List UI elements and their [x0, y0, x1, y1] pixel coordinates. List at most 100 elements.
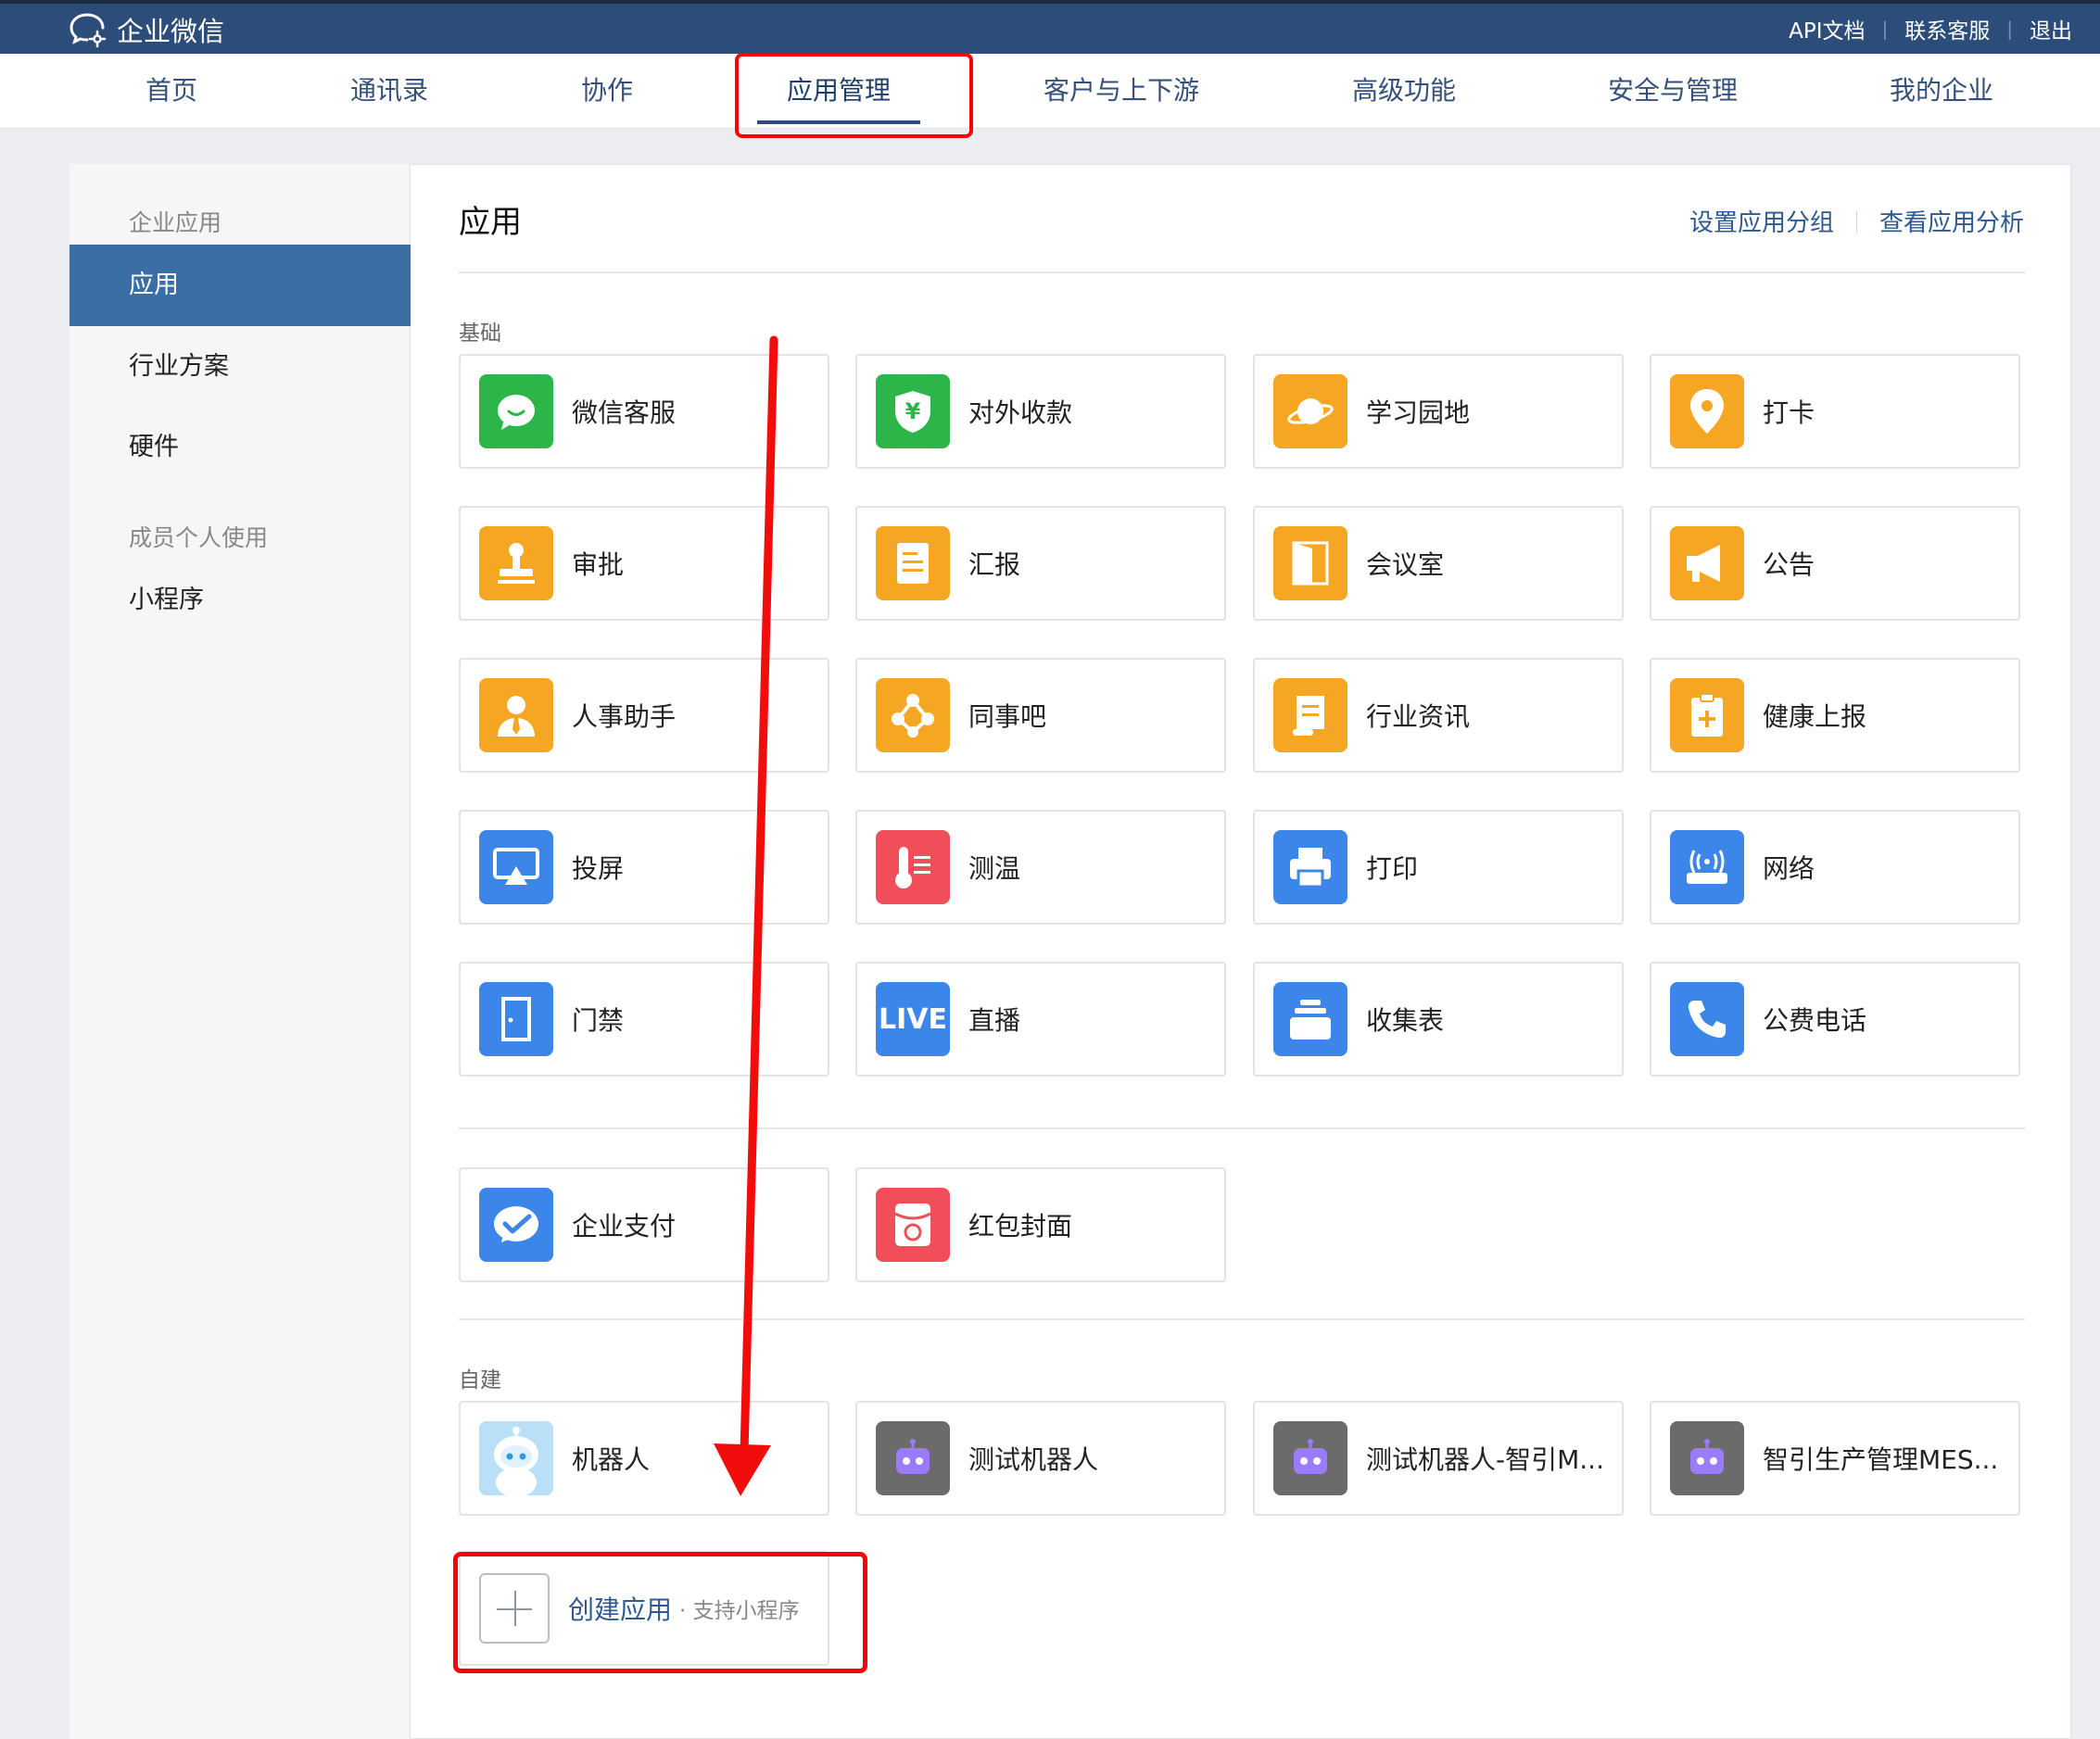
nav-contacts[interactable]: 通讯录 [343, 54, 436, 128]
page-title: 应用 [459, 204, 522, 241]
app-card[interactable]: 测温 [855, 810, 1226, 925]
app-card[interactable]: 会议室 [1253, 506, 1624, 621]
app-card[interactable]: 门禁 [459, 962, 829, 1077]
top-bar: 企业微信 API文档 | 联系客服 | 退出 [0, 0, 2100, 54]
app-name: 行业资讯 [1366, 701, 1471, 732]
app-card[interactable]: LIVE 直播 [855, 962, 1226, 1077]
brand-name: 企业微信 [117, 16, 225, 47]
nav-home[interactable]: 首页 [130, 54, 213, 128]
app-card[interactable]: 打卡 [1650, 354, 2020, 469]
app-name: 审批 [572, 549, 625, 580]
app-name: 企业支付 [572, 1211, 677, 1241]
printer-icon [1273, 830, 1347, 904]
door-open-icon [1273, 526, 1347, 600]
set-app-groups-link[interactable]: 设置应用分组 [1689, 204, 1834, 238]
app-name: 公费电话 [1763, 1005, 1867, 1036]
annotation-box [735, 53, 973, 138]
app-card[interactable]: 测试机器人 [855, 1401, 1226, 1516]
person-tie-icon [479, 678, 553, 752]
app-card[interactable]: 微信客服 [459, 354, 829, 469]
wechat-pay-icon [479, 1188, 553, 1262]
wecom-logo-icon [70, 13, 107, 48]
nav-security[interactable]: 安全与管理 [1603, 54, 1742, 128]
app-name: 红包封面 [968, 1211, 1073, 1241]
top-links: API文档 | 联系客服 | 退出 [1789, 13, 2072, 44]
app-card[interactable]: 学习园地 [1253, 354, 1624, 469]
app-card[interactable]: 测试机器人-智引M... [1253, 1401, 1624, 1516]
sidebar-item-apps[interactable]: 应用 [70, 245, 411, 326]
screen-cast-icon [479, 830, 553, 904]
sidebar: 企业应用 应用 行业方案 硬件 成员个人使用 小程序 [70, 164, 411, 1739]
app-card[interactable]: 审批 [459, 506, 829, 621]
app-name: 汇报 [968, 549, 1021, 580]
router-icon [1670, 830, 1744, 904]
live-icon: LIVE [876, 982, 950, 1056]
separator [1855, 209, 1857, 233]
brand-logo[interactable]: 企业微信 [69, 9, 224, 50]
app-name: 对外收款 [968, 397, 1073, 428]
app-name: 智引生产管理MES... [1763, 1444, 1999, 1475]
divider [459, 1318, 2025, 1320]
app-card[interactable]: 公告 [1650, 506, 2020, 621]
door-icon [479, 982, 553, 1056]
robot-icon [1670, 1421, 1744, 1495]
app-name: 会议室 [1366, 549, 1445, 580]
nav-customers[interactable]: 客户与上下游 [1038, 54, 1205, 128]
stack-tray-icon [1273, 982, 1347, 1056]
app-card[interactable]: 智引生产管理MES... [1650, 1401, 2020, 1516]
robot-icon [876, 1421, 950, 1495]
app-card[interactable]: 公费电话 [1650, 962, 2020, 1077]
yuan-shield-icon: ¥ [876, 374, 950, 448]
svg-text:¥: ¥ [905, 398, 921, 424]
app-name: 学习园地 [1366, 397, 1471, 428]
app-card[interactable]: 健康上报 [1650, 658, 2020, 773]
app-card[interactable]: ¥ 对外收款 [855, 354, 1226, 469]
nav-my-enterprise[interactable]: 我的企业 [1881, 54, 2002, 128]
robot-icon [1273, 1421, 1347, 1495]
stamp-icon [479, 526, 553, 600]
app-card[interactable]: 机器人 [459, 1401, 829, 1516]
network-nodes-icon [876, 678, 950, 752]
chat-bubble-icon [479, 374, 553, 448]
annotation-box [453, 1552, 867, 1673]
sidebar-item-industry[interactable]: 行业方案 [70, 326, 411, 408]
app-card[interactable]: 同事吧 [855, 658, 1226, 773]
logout-link[interactable]: 退出 [2030, 13, 2072, 44]
thermometer-icon [876, 830, 950, 904]
app-card[interactable]: 人事助手 [459, 658, 829, 773]
contact-support-link[interactable]: 联系客服 [1904, 13, 1990, 44]
app-card[interactable]: 红包封面 [855, 1167, 1226, 1282]
report-doc-icon [876, 526, 950, 600]
megaphone-icon [1670, 526, 1744, 600]
sidebar-item-mini-programs[interactable]: 小程序 [70, 560, 411, 641]
view-app-analytics-link[interactable]: 查看应用分析 [1879, 204, 2024, 238]
red-envelope-icon [876, 1188, 950, 1262]
app-name: 公告 [1763, 549, 1815, 580]
app-card[interactable]: 行业资讯 [1253, 658, 1624, 773]
header-actions: 设置应用分组 查看应用分析 [1689, 204, 2024, 238]
app-name: 机器人 [572, 1444, 651, 1475]
app-name: 测温 [968, 853, 1021, 884]
app-card[interactable]: 收集表 [1253, 962, 1624, 1077]
app-name: 投屏 [572, 853, 625, 884]
app-name: 测试机器人 [968, 1444, 1099, 1475]
app-name: 同事吧 [968, 701, 1047, 732]
nav-collaboration[interactable]: 协作 [570, 54, 644, 128]
app-name: 健康上报 [1763, 701, 1867, 732]
api-docs-link[interactable]: API文档 [1789, 13, 1865, 44]
app-name: 网络 [1763, 853, 1815, 884]
robot-avatar-icon [479, 1421, 553, 1495]
app-card[interactable]: 企业支付 [459, 1167, 829, 1282]
app-name: 测试机器人-智引M... [1366, 1444, 1604, 1475]
section-label-custom: 自建 [459, 1368, 501, 1392]
app-card[interactable]: 投屏 [459, 810, 829, 925]
app-card[interactable]: 汇报 [855, 506, 1226, 621]
news-scroll-icon [1273, 678, 1347, 752]
sidebar-item-hardware[interactable]: 硬件 [70, 407, 411, 488]
app-card[interactable]: 打印 [1253, 810, 1624, 925]
separator: | [2006, 18, 2013, 40]
phone-icon [1670, 982, 1744, 1056]
app-card[interactable]: 网络 [1650, 810, 2020, 925]
divider [459, 1128, 2025, 1129]
nav-advanced[interactable]: 高级功能 [1344, 54, 1464, 128]
